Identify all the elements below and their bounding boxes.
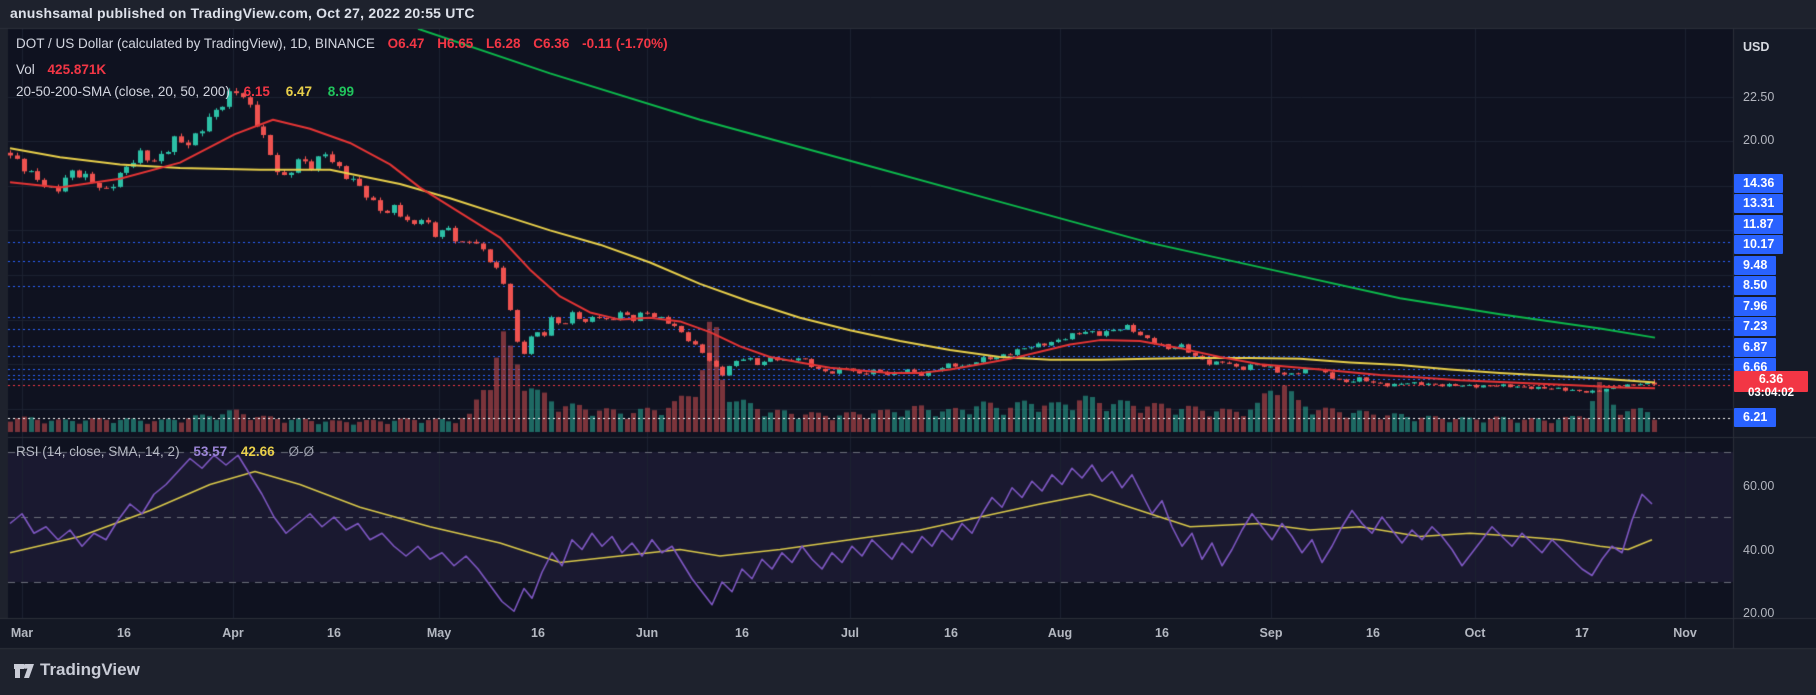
rsi-empty-values: Ø-Ø	[288, 444, 314, 459]
time-axis-label: Oct	[1465, 626, 1486, 640]
rsi-ma-value: 42.66	[241, 444, 275, 459]
price-level-tag[interactable]: 7.23	[1734, 317, 1776, 336]
price-level-tag[interactable]: 10.17	[1734, 235, 1783, 254]
price-level-tag[interactable]: 6.21	[1734, 408, 1776, 427]
sma-legend[interactable]: 20-50-200-SMA (close, 20, 50, 200) 6.15 …	[16, 84, 354, 99]
ohlc-close: C6.36	[533, 36, 569, 51]
sma200-value: 8.99	[328, 84, 354, 99]
time-axis-label: 16	[531, 626, 545, 640]
change-value: -0.11 (-1.70%)	[582, 36, 668, 51]
time-axis-label: Apr	[222, 626, 244, 640]
time-axis-label: Sep	[1260, 626, 1283, 640]
time-axis-label: 16	[944, 626, 958, 640]
ohlc-high: H6.65	[437, 36, 473, 51]
rsi-label: RSI (14, close, SMA, 14, 2)	[16, 444, 180, 459]
ohlc-low: L6.28	[486, 36, 521, 51]
tradingview-published-chart: anushsamal published on TradingView.com,…	[0, 0, 1816, 695]
rsi-value: 53.57	[193, 444, 227, 459]
current-price-tag[interactable]: 6.36 03:04:02	[1734, 371, 1808, 392]
time-axis-label: 17	[1575, 626, 1589, 640]
time-axis-label: Aug	[1048, 626, 1072, 640]
price-level-tag[interactable]: 11.87	[1734, 215, 1783, 234]
price-axis-scale[interactable]: 6.666.877.237.968.509.4810.1711.8713.311…	[1734, 0, 1816, 648]
time-axis-label: 16	[1155, 626, 1169, 640]
time-axis-label: Mar	[11, 626, 33, 640]
ohlc-open: O6.47	[388, 36, 425, 51]
chart-canvas[interactable]	[0, 0, 1816, 695]
time-axis-label: 16	[117, 626, 131, 640]
volume-label: Vol	[16, 62, 35, 77]
time-axis-label: 16	[327, 626, 341, 640]
bar-countdown: 03:04:02	[1734, 387, 1808, 400]
time-axis-label: 16	[735, 626, 749, 640]
price-level-tag[interactable]: 13.31	[1734, 194, 1783, 213]
time-axis-label: May	[427, 626, 451, 640]
tradingview-brand-text[interactable]: TradingView	[40, 660, 140, 680]
price-level-tag[interactable]: 9.48	[1734, 256, 1776, 275]
price-level-tag[interactable]: 14.36	[1734, 174, 1783, 193]
volume-legend[interactable]: Vol 425.871K	[16, 62, 106, 77]
symbol-title: DOT / US Dollar (calculated by TradingVi…	[16, 36, 375, 51]
price-level-tag[interactable]: 7.96	[1734, 297, 1776, 316]
time-axis-label: Jul	[841, 626, 859, 640]
current-price-value: 6.36	[1734, 372, 1808, 387]
footer-bar: TradingView	[0, 648, 1816, 695]
rsi-legend[interactable]: RSI (14, close, SMA, 14, 2) 53.57 42.66 …	[16, 444, 314, 459]
time-axis-scale[interactable]: Mar 16 Apr 16 May 16 Jun 16 Jul 16 Aug 16 Sep 16 Oct 17…	[0, 618, 1816, 648]
symbol-legend[interactable]: DOT / US Dollar (calculated by TradingVi…	[16, 36, 668, 51]
time-axis-label: 16	[1366, 626, 1380, 640]
published-line: anushsamal published on TradingView.com,…	[10, 5, 475, 21]
sma-label: 20-50-200-SMA (close, 20, 50, 200)	[16, 84, 230, 99]
volume-value: 425.871K	[48, 62, 107, 77]
time-axis-label: Nov	[1673, 626, 1697, 640]
sma50-value: 6.47	[286, 84, 312, 99]
tradingview-logo-icon[interactable]	[12, 659, 36, 688]
sma20-value: 6.15	[244, 84, 270, 99]
time-axis-label: Jun	[636, 626, 658, 640]
price-level-tag[interactable]: 8.50	[1734, 276, 1776, 295]
price-level-tag[interactable]: 6.87	[1734, 338, 1776, 357]
